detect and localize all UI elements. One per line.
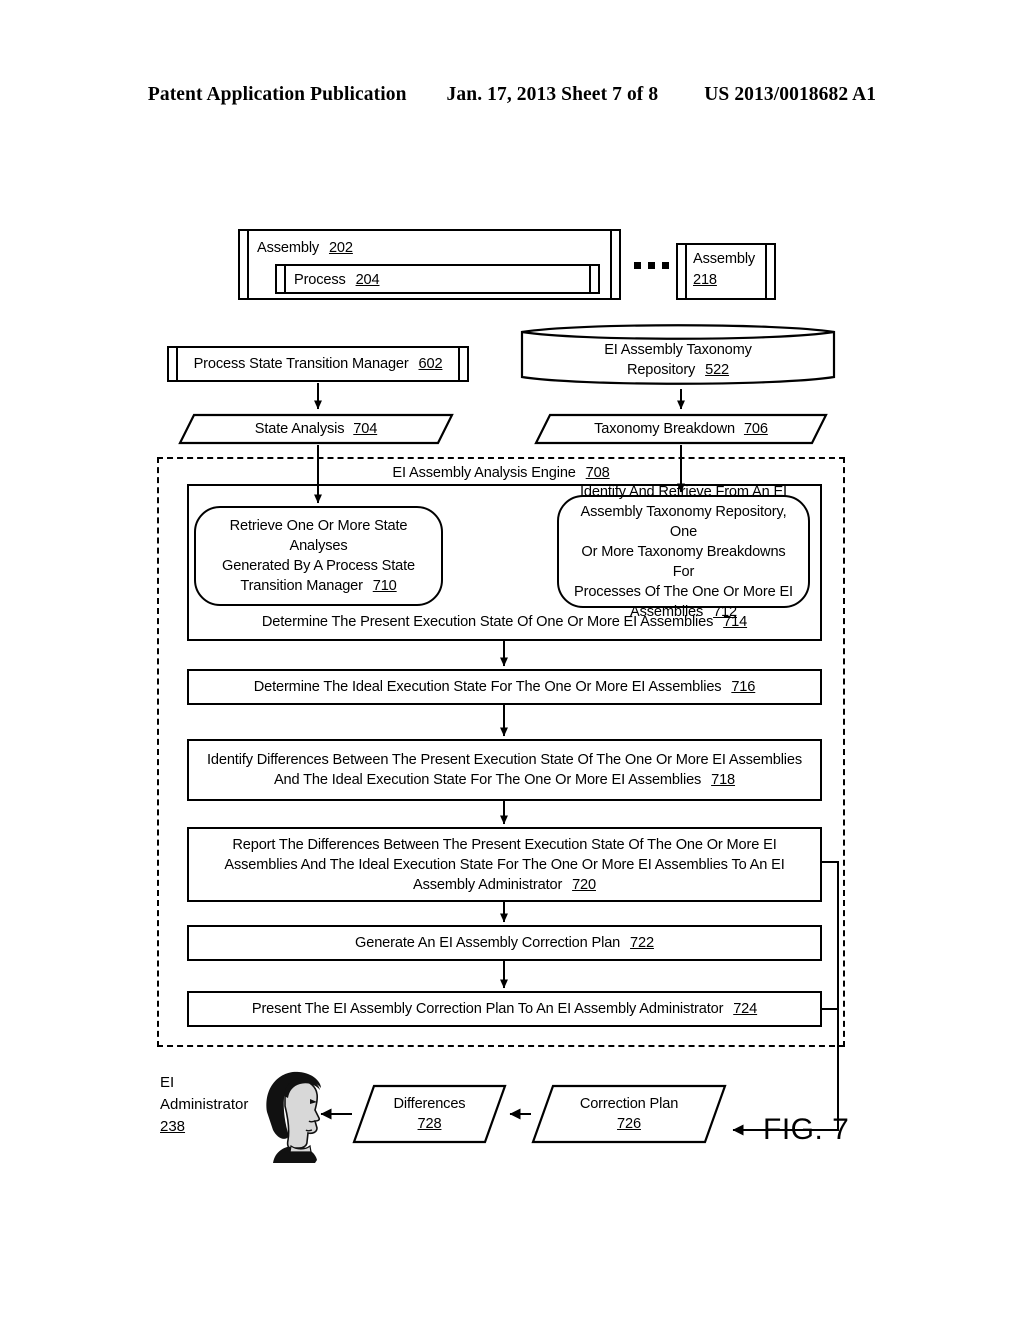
assembly-218-inner: Assembly 218 bbox=[689, 245, 763, 298]
process-204-ref: 204 bbox=[355, 272, 380, 288]
step-712-label: Identify And Retrieve From An EI Assembl… bbox=[574, 483, 793, 620]
step-720-ref: 720 bbox=[572, 876, 596, 893]
step-712-ref: 712 bbox=[713, 603, 737, 620]
step-722-ref: 722 bbox=[630, 935, 654, 951]
manager-602-inner: Process State Transition Manager 602 bbox=[180, 348, 456, 380]
process-state-transition-manager-box: Process State Transition Manager 602 bbox=[167, 346, 469, 382]
assembly-218-ref: 218 bbox=[693, 272, 717, 288]
process-204-label: Process 204 bbox=[294, 272, 380, 288]
ellipsis-dot bbox=[662, 262, 669, 269]
state-analysis-ref: 704 bbox=[353, 421, 378, 437]
ei-administrator-avatar bbox=[255, 1066, 333, 1164]
state-analysis-label-wrap: State Analysis 704 bbox=[178, 413, 454, 445]
step-718-box: Identify Differences Between The Present… bbox=[187, 739, 822, 801]
correction-plan-label: Correction Plan 726 bbox=[579, 1096, 679, 1132]
ei-administrator-ref: 238 bbox=[160, 1118, 186, 1135]
step-718-label: Identify Differences Between The Present… bbox=[206, 752, 803, 788]
step-716-ref: 716 bbox=[731, 679, 756, 695]
correction-plan-726: Correction Plan 726 bbox=[531, 1084, 727, 1144]
step-722-box: Generate An EI Assembly Correction Plan … bbox=[187, 925, 822, 961]
step-722-label: Generate An EI Assembly Correction Plan … bbox=[355, 935, 654, 951]
step-724-ref: 724 bbox=[733, 1001, 758, 1017]
step-710-label: Retrieve One Or More State Analyses Gene… bbox=[222, 518, 415, 594]
differences-ref: 728 bbox=[417, 1116, 442, 1132]
taxonomy-breakdown-label: Taxonomy Breakdown 706 bbox=[594, 421, 768, 437]
date-sheet: Jan. 17, 2013 Sheet 7 of 8 bbox=[446, 84, 659, 105]
ellipsis-dot bbox=[634, 262, 641, 269]
step-720-box: Report The Differences Between The Prese… bbox=[187, 827, 822, 902]
step-724-label: Present The EI Assembly Correction Plan … bbox=[251, 1001, 758, 1017]
taxonomy-breakdown-ref: 706 bbox=[743, 421, 768, 437]
differences-label: Differences 728 bbox=[393, 1096, 466, 1132]
step-718-ref: 718 bbox=[711, 772, 736, 788]
state-analysis-704: State Analysis 704 bbox=[178, 413, 454, 445]
step-716-label: Determine The Ideal Execution State For … bbox=[253, 679, 756, 695]
assembly-218-box: Assembly 218 bbox=[676, 243, 776, 300]
assembly-218-label: Assembly 218 bbox=[693, 251, 756, 288]
step-724-box: Present The EI Assembly Correction Plan … bbox=[187, 991, 822, 1027]
repository-522-ref: 522 bbox=[705, 361, 730, 378]
manager-602-label: Process State Transition Manager 602 bbox=[193, 356, 443, 372]
differences-label-wrap: Differences 728 bbox=[352, 1084, 507, 1144]
process-204-box: Process 204 bbox=[275, 264, 600, 294]
patent-number: US 2013/0018682 A1 bbox=[704, 84, 877, 105]
step-710-ref: 710 bbox=[372, 578, 397, 594]
correction-plan-ref: 726 bbox=[617, 1116, 641, 1132]
assembly-202-inner: Assembly 202 Process 204 bbox=[251, 231, 608, 298]
step-720-label: Report The Differences Between The Prese… bbox=[224, 836, 785, 893]
patent-sheet: Patent Application Publication Jan. 17, … bbox=[0, 0, 1024, 1320]
assembly-202-box: Assembly 202 Process 204 bbox=[238, 229, 621, 300]
ellipsis-dot bbox=[648, 262, 655, 269]
taxonomy-breakdown-706: Taxonomy Breakdown 706 bbox=[534, 413, 828, 445]
assembly-202-label: Assembly 202 bbox=[257, 240, 353, 256]
assembly-ellipsis bbox=[634, 262, 669, 269]
manager-602-ref: 602 bbox=[418, 356, 443, 372]
step-712-box: Identify And Retrieve From An EI Assembl… bbox=[557, 484, 810, 620]
engine-ref: 708 bbox=[585, 465, 610, 481]
page-header: Patent Application Publication Jan. 17, … bbox=[0, 84, 1024, 106]
figure-caption: FIG. 7 bbox=[763, 1113, 850, 1146]
publication-title: Patent Application Publication bbox=[147, 84, 407, 105]
taxonomy-repository-cylinder: EI Assembly Taxonomy Repository 522 bbox=[519, 321, 837, 388]
engine-title: EI Assembly Analysis Engine 708 bbox=[392, 465, 610, 481]
differences-728: Differences 728 bbox=[352, 1084, 507, 1144]
repository-522-label: EI Assembly Taxonomy Repository 522 bbox=[604, 341, 752, 378]
step-710-box: Retrieve One Or More State Analyses Gene… bbox=[194, 506, 443, 606]
assembly-202-ref: 202 bbox=[328, 240, 353, 256]
repository-522-label-wrap: EI Assembly Taxonomy Repository 522 bbox=[519, 337, 837, 382]
step-716-box: Determine The Ideal Execution State For … bbox=[187, 669, 822, 705]
state-analysis-label: State Analysis 704 bbox=[254, 421, 378, 437]
taxonomy-breakdown-label-wrap: Taxonomy Breakdown 706 bbox=[534, 413, 828, 445]
person-profile-icon bbox=[266, 1071, 321, 1163]
process-204-inner: Process 204 bbox=[288, 266, 587, 292]
correction-plan-label-wrap: Correction Plan 726 bbox=[531, 1084, 727, 1144]
